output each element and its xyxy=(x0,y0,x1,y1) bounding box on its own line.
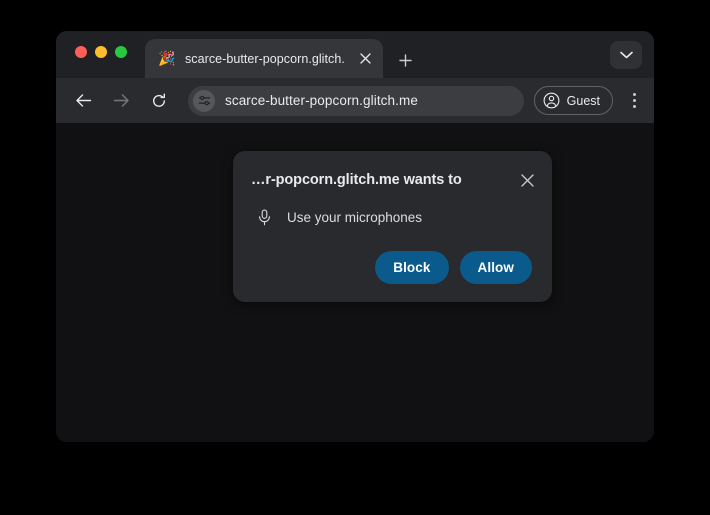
window-maximize-button[interactable] xyxy=(115,46,127,58)
allow-button[interactable]: Allow xyxy=(459,251,532,284)
close-icon[interactable] xyxy=(354,48,376,70)
dialog-title: …r-popcorn.glitch.me wants to xyxy=(251,172,462,188)
window-close-button[interactable] xyxy=(75,46,87,58)
browser-toolbar: scarce-butter-popcorn.glitch.me Guest xyxy=(56,78,654,123)
traffic-lights xyxy=(75,46,127,58)
back-button[interactable] xyxy=(68,86,98,116)
more-vertical-icon[interactable] xyxy=(620,87,648,115)
tab-strip: 🎉 scarce-butter-popcorn.glitch. xyxy=(56,31,654,78)
arrow-right-icon xyxy=(113,94,129,107)
permission-label: Use your microphones xyxy=(287,209,423,225)
browser-window: 🎉 scarce-butter-popcorn.glitch. scarce-b… xyxy=(56,31,654,442)
tab-search-button[interactable] xyxy=(610,41,642,69)
microphone-permission-dialog: …r-popcorn.glitch.me wants to Use your m… xyxy=(233,151,552,302)
account-circle-icon xyxy=(543,92,560,109)
site-settings-button[interactable] xyxy=(193,89,215,112)
url-text: scarce-butter-popcorn.glitch.me xyxy=(225,93,418,108)
tab-title: scarce-butter-popcorn.glitch. xyxy=(185,51,345,66)
menu-dot xyxy=(632,93,636,96)
browser-tab-active[interactable]: 🎉 scarce-butter-popcorn.glitch. xyxy=(145,39,383,78)
chevron-down-icon xyxy=(619,51,633,59)
permission-item-microphone: Use your microphones xyxy=(233,191,552,226)
reload-button[interactable] xyxy=(144,86,174,116)
arrow-left-icon xyxy=(75,94,91,107)
party-popper-favicon: 🎉 xyxy=(158,50,176,66)
dialog-actions: Block Allow xyxy=(375,251,532,284)
profile-label: Guest xyxy=(566,93,600,108)
window-minimize-button[interactable] xyxy=(95,46,107,58)
plus-icon xyxy=(398,53,412,67)
close-icon[interactable] xyxy=(516,169,538,191)
profile-button[interactable]: Guest xyxy=(533,86,613,115)
address-bar[interactable]: scarce-butter-popcorn.glitch.me xyxy=(188,85,524,116)
microphone-icon xyxy=(255,208,273,226)
block-button[interactable]: Block xyxy=(375,251,449,284)
tune-icon xyxy=(198,95,210,106)
new-tab-button[interactable] xyxy=(393,48,417,72)
reload-icon xyxy=(153,93,165,107)
dialog-header: …r-popcorn.glitch.me wants to xyxy=(233,151,552,191)
menu-dot xyxy=(632,99,636,102)
menu-dot xyxy=(632,105,636,108)
forward-button[interactable] xyxy=(106,86,136,116)
